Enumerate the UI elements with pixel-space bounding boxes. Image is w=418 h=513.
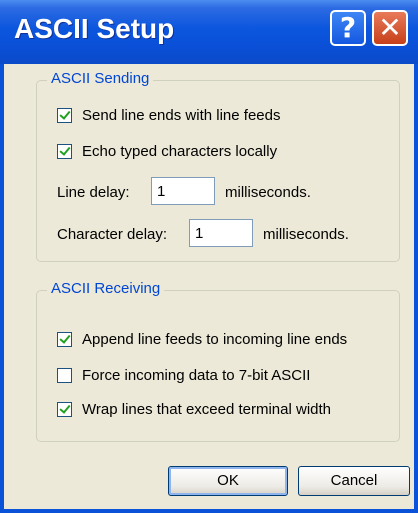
dialog-title: ASCII Setup xyxy=(14,13,175,44)
ascii-sending-legend: ASCII Sending xyxy=(47,70,154,87)
ascii-setup-dialog: ASCII Setup ? ✕ ASCII Sending Send line … xyxy=(0,0,418,513)
ascii-receiving-group: ASCII Receiving Append line feeds to inc… xyxy=(36,280,400,442)
wrap-lines-checkbox[interactable]: Wrap lines that exceed terminal width xyxy=(57,401,331,418)
append-line-feeds-checkbox[interactable]: Append line feeds to incoming line ends xyxy=(57,331,347,348)
cancel-button[interactable]: Cancel xyxy=(298,466,410,496)
force-7bit-checkbox[interactable]: Force incoming data to 7-bit ASCII xyxy=(57,367,310,384)
title-bar[interactable]: ASCII Setup ? ✕ xyxy=(0,0,418,64)
echo-typed-checkbox[interactable]: Echo typed characters locally xyxy=(57,143,277,160)
checkbox-icon[interactable] xyxy=(57,368,72,383)
force-7bit-label: Force incoming data to 7-bit ASCII xyxy=(82,367,311,384)
ascii-receiving-legend: ASCII Receiving xyxy=(47,280,165,297)
help-icon[interactable]: ? xyxy=(330,10,366,46)
send-line-ends-label: Send line ends with line feeds xyxy=(82,107,281,124)
checkbox-icon[interactable] xyxy=(57,402,72,417)
send-line-ends-checkbox[interactable]: Send line ends with line feeds xyxy=(57,107,280,124)
line-delay-input[interactable] xyxy=(151,177,215,205)
checkbox-icon[interactable] xyxy=(57,108,72,123)
echo-typed-label: Echo typed characters locally xyxy=(82,143,278,160)
ok-button[interactable]: OK xyxy=(168,466,288,496)
line-delay-unit: milliseconds. xyxy=(225,184,311,201)
checkbox-icon[interactable] xyxy=(57,144,72,159)
character-delay-unit: milliseconds. xyxy=(263,226,349,243)
character-delay-label: Character delay: xyxy=(57,226,168,243)
ascii-sending-group: ASCII Sending Send line ends with line f… xyxy=(36,70,400,262)
checkbox-icon[interactable] xyxy=(57,332,72,347)
line-delay-label: Line delay: xyxy=(57,184,130,201)
character-delay-input[interactable] xyxy=(189,219,253,247)
close-icon[interactable]: ✕ xyxy=(372,10,408,46)
wrap-lines-label: Wrap lines that exceed terminal width xyxy=(82,401,332,418)
append-line-feeds-label: Append line feeds to incoming line ends xyxy=(82,331,348,348)
